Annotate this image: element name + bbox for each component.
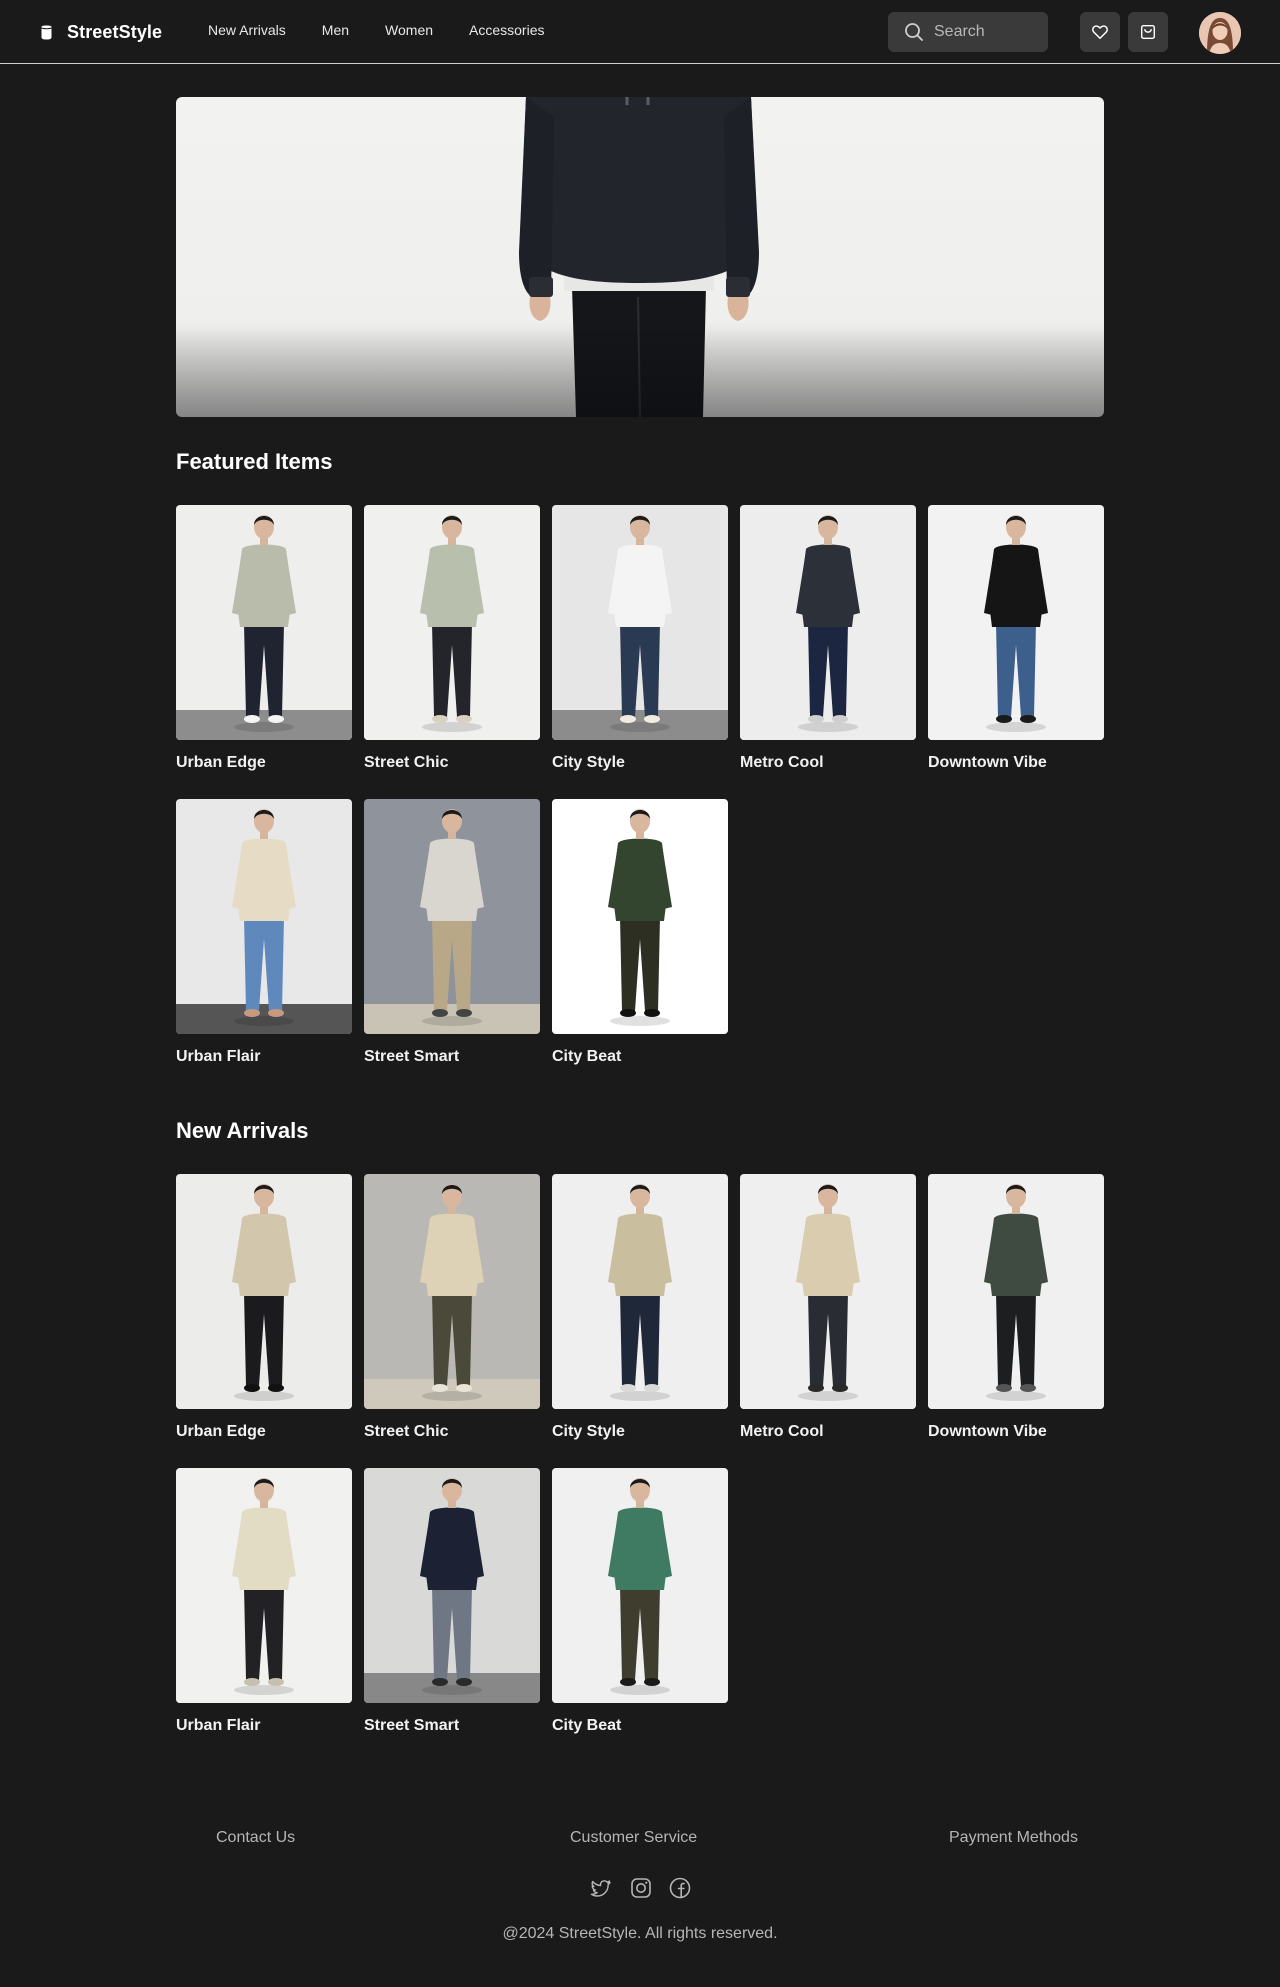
nav-women[interactable]: Women (385, 22, 433, 38)
footer-payment-methods[interactable]: Payment Methods (949, 1829, 1078, 1847)
footer-customer-service[interactable]: Customer Service (570, 1829, 697, 1847)
product-name[interactable]: City Style (552, 1423, 728, 1441)
copyright-text: @2024 StreetStyle. All rights reserved. (502, 1925, 778, 1942)
product-name[interactable]: Downtown Vibe (928, 754, 1104, 772)
product-card[interactable]: Street Smart (364, 1468, 540, 1735)
product-name[interactable]: Metro Cool (740, 1423, 916, 1441)
product-image (928, 1174, 1104, 1409)
product-image-frame[interactable] (176, 1468, 352, 1703)
product-image-frame[interactable] (176, 1174, 352, 1409)
product-image (552, 1174, 728, 1409)
product-image (176, 1174, 352, 1409)
product-image (740, 505, 916, 740)
product-image (176, 799, 352, 1034)
product-image (928, 505, 1104, 740)
product-name[interactable]: Downtown Vibe (928, 1423, 1104, 1441)
user-avatar[interactable] (1199, 12, 1241, 54)
product-name[interactable]: Street Chic (364, 1423, 540, 1441)
featured-items-heading: Featured Items (176, 449, 333, 474)
product-image (552, 505, 728, 740)
product-card[interactable]: Downtown Vibe (928, 505, 1104, 772)
cart-button[interactable] (1128, 12, 1168, 52)
search-icon (905, 23, 923, 41)
product-image (364, 505, 540, 740)
facebook-icon[interactable] (668, 1876, 692, 1900)
product-name[interactable]: Street Smart (364, 1048, 540, 1066)
product-card[interactable]: City Beat (552, 1468, 728, 1735)
product-name[interactable]: City Beat (552, 1048, 728, 1066)
cart-icon (1140, 24, 1156, 40)
twitter-icon[interactable] (589, 1876, 613, 1900)
product-image-frame[interactable] (364, 1174, 540, 1409)
top-navigation-bar: StreetStyle New Arrivals Men Women Acces… (0, 0, 1280, 64)
search-box[interactable] (888, 12, 1048, 52)
instagram-icon[interactable] (629, 1876, 653, 1900)
product-card[interactable]: City Beat (552, 799, 728, 1066)
heart-icon (1092, 25, 1108, 40)
nav-accessories[interactable]: Accessories (469, 22, 544, 38)
product-card[interactable]: Urban Edge (176, 505, 352, 772)
product-image (552, 1468, 728, 1703)
product-card[interactable]: Urban Flair (176, 799, 352, 1066)
main-nav: New Arrivals Men Women Accessories (208, 22, 580, 38)
product-image-frame[interactable] (928, 505, 1104, 740)
product-image-frame[interactable] (552, 799, 728, 1034)
product-image-frame[interactable] (552, 505, 728, 740)
product-name[interactable]: City Style (552, 754, 728, 772)
product-image (740, 1174, 916, 1409)
product-card[interactable]: Metro Cool (740, 505, 916, 772)
product-image-frame[interactable] (552, 1174, 728, 1409)
product-card[interactable]: Street Smart (364, 799, 540, 1066)
product-image-frame[interactable] (364, 1468, 540, 1703)
product-name[interactable]: Urban Flair (176, 1717, 352, 1735)
product-image-frame[interactable] (928, 1174, 1104, 1409)
nav-men[interactable]: Men (322, 22, 349, 38)
product-card[interactable]: Street Chic (364, 505, 540, 772)
product-image-frame[interactable] (740, 1174, 916, 1409)
product-name[interactable]: Urban Edge (176, 1423, 352, 1441)
product-image-frame[interactable] (552, 1468, 728, 1703)
brand-logo[interactable]: StreetStyle (40, 20, 162, 44)
hero-image (176, 97, 1104, 417)
product-image (552, 799, 728, 1034)
product-name[interactable]: Street Smart (364, 1717, 540, 1735)
brand-name: StreetStyle (67, 21, 163, 42)
product-image (364, 1468, 540, 1703)
product-name[interactable]: Urban Edge (176, 754, 352, 772)
product-image-frame[interactable] (176, 505, 352, 740)
product-card[interactable]: Downtown Vibe (928, 1174, 1104, 1441)
wishlist-button[interactable] (1080, 12, 1120, 52)
product-image-frame[interactable] (740, 505, 916, 740)
product-image (176, 505, 352, 740)
brand-icon (41, 25, 52, 39)
product-card[interactable]: City Style (552, 1174, 728, 1441)
product-image-frame[interactable] (176, 799, 352, 1034)
product-image (176, 1468, 352, 1703)
product-image (364, 1174, 540, 1409)
product-name[interactable]: Street Chic (364, 754, 540, 772)
product-card[interactable]: City Style (552, 505, 728, 772)
product-image-frame[interactable] (364, 505, 540, 740)
search-input[interactable] (934, 23, 1034, 41)
hero-banner[interactable] (176, 97, 1104, 417)
product-name[interactable]: Urban Flair (176, 1048, 352, 1066)
nav-new-arrivals[interactable]: New Arrivals (208, 22, 286, 38)
product-image (364, 799, 540, 1034)
product-card[interactable]: Street Chic (364, 1174, 540, 1441)
product-card[interactable]: Urban Edge (176, 1174, 352, 1441)
product-card[interactable]: Urban Flair (176, 1468, 352, 1735)
product-card[interactable]: Metro Cool (740, 1174, 916, 1441)
product-name[interactable]: City Beat (552, 1717, 728, 1735)
footer-contact-us[interactable]: Contact Us (216, 1829, 295, 1847)
product-image-frame[interactable] (364, 799, 540, 1034)
product-name[interactable]: Metro Cool (740, 754, 916, 772)
new-arrivals-heading: New Arrivals (176, 1118, 309, 1143)
